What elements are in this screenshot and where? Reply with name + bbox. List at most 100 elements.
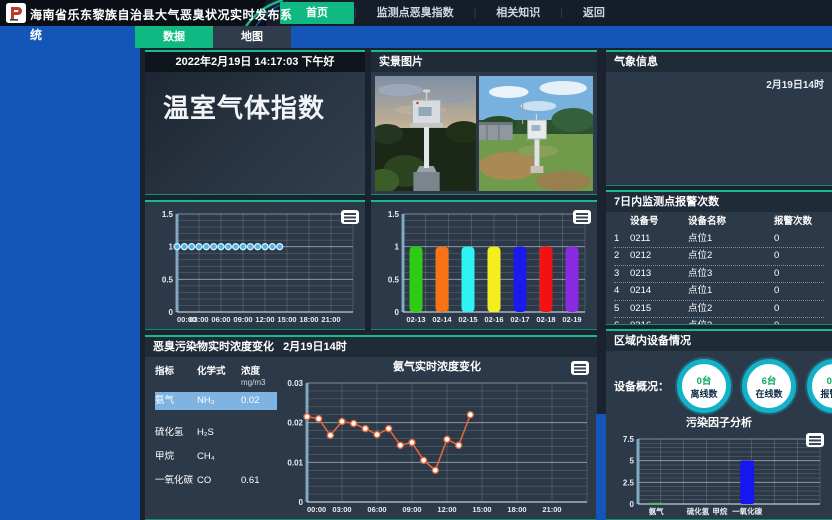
svg-text:02-19: 02-19 (562, 315, 581, 324)
svg-text:1.5: 1.5 (162, 210, 174, 219)
svg-text:一氧化碳: 一氧化碳 (732, 506, 762, 516)
odor-col-indicator: 指标 (155, 363, 197, 388)
card-greenhouse-index: 2022年2月19日 14:17:03 下午好 温室气体指数 (145, 50, 365, 195)
svg-text:硫化氢: 硫化氢 (687, 506, 710, 516)
app-logo (6, 3, 26, 23)
device-count-circle: 6台在线数 (742, 359, 796, 413)
svg-text:02-16: 02-16 (484, 315, 503, 324)
svg-text:0.5: 0.5 (162, 275, 174, 284)
card-device-status: 区域内设备情况 设备概况： 0台离线数6台在线数0台报警数 污染因子分析 02.… (606, 329, 832, 520)
svg-text:15:00: 15:00 (277, 315, 296, 324)
card-daily-index-chart: 00.511.502-1302-1402-1502-1602-1702-1802… (371, 200, 597, 330)
chart-menu-icon[interactable] (806, 433, 824, 447)
nav-item-back[interactable]: 返回 (563, 2, 625, 24)
svg-text:09:00: 09:00 (402, 505, 421, 514)
card-weather-info: 气象信息 2月19日14时 (606, 50, 832, 186)
blue-background-strip (596, 414, 606, 520)
svg-text:0.5: 0.5 (388, 275, 400, 284)
svg-text:02-17: 02-17 (510, 315, 529, 324)
nav-item-knowledge[interactable]: 相关知识 (476, 2, 560, 24)
odor-col-formula: 化学式 (197, 363, 241, 388)
svg-text:0: 0 (395, 308, 400, 317)
alarm-table-header: 设备号 设备名称 报警次数 (614, 214, 824, 231)
odor-col-value: 浓度 mg/m3 (241, 363, 277, 388)
device-status-circles: 0台离线数6台在线数0台报警数 (677, 359, 832, 413)
svg-text:甲烷: 甲烷 (712, 506, 727, 516)
alarm-table-row[interactable]: 50215点位20 (614, 301, 824, 319)
odor-time-text: 2月19日14时 (283, 341, 347, 353)
pollution-factor-chart: 02.557.5氨气硫化氢甲烷一氧化碳 (608, 431, 830, 519)
card-site-photos: 实景图片 (371, 50, 597, 195)
alarm-col-device-id: 设备号 (630, 214, 688, 231)
nh3-chart-area: 氨气实时浓度变化 00.010.020.0300:0003:0006:0009:… (277, 357, 597, 517)
odor-table-row[interactable]: 氨气NH₃0.02 (155, 392, 277, 410)
app-window: 海南省乐东黎族自治县大气恶臭状况实时发布系统 首页 | 监测点恶臭指数 | 相关… (0, 0, 832, 520)
device-overview-row: 设备概况： 0台离线数6台在线数0台报警数 (606, 351, 832, 415)
svg-text:0: 0 (169, 308, 174, 317)
alarm-table-row[interactable]: 30213点位30 (614, 266, 824, 284)
hourly-index-chart: 00.511.500:0003:0006:0009:0012:0015:0018… (147, 206, 363, 327)
svg-text:0.01: 0.01 (287, 458, 303, 467)
svg-text:15:00: 15:00 (472, 505, 491, 514)
odor-table-row[interactable]: 一氧化碳CO0.61 (155, 472, 277, 490)
pollution-chart-title: 污染因子分析 (606, 415, 832, 431)
chart-menu-icon[interactable] (571, 361, 589, 375)
svg-text:0.03: 0.03 (287, 379, 303, 388)
site-photo-day (479, 76, 593, 191)
svg-text:21:00: 21:00 (542, 505, 561, 514)
greenhouse-index-body: 温室气体指数 (145, 72, 365, 195)
card-alarm-counts: 7日内监测点报警次数 设备号 设备名称 报警次数 10211点位1020212点… (606, 190, 832, 325)
odor-unit-label: mg/m3 (241, 378, 265, 387)
svg-text:0: 0 (630, 500, 635, 509)
svg-text:0.02: 0.02 (287, 419, 303, 428)
svg-text:18:00: 18:00 (299, 315, 318, 324)
alarm-col-count: 报警次数 (774, 214, 824, 231)
main-nav: 首页 | 监测点恶臭指数 | 相关知识 | 返回 (280, 2, 625, 24)
svg-text:09:00: 09:00 (233, 315, 252, 324)
photos-card-title: 实景图片 (371, 52, 597, 72)
odor-table-body: 氨气NH₃0.02 硫化氢H₂S 甲烷CH₄ 一氧化碳CO0.61 (155, 392, 277, 490)
svg-text:1.5: 1.5 (388, 210, 400, 219)
alarm-table-row[interactable]: 20212点位20 (614, 248, 824, 266)
svg-text:03:00: 03:00 (332, 505, 351, 514)
odor-table-header: 指标 化学式 浓度 mg/m3 (155, 363, 277, 388)
weather-time: 2月19日14时 (606, 72, 832, 91)
site-photo-dusk (375, 76, 476, 191)
svg-text:02-13: 02-13 (406, 315, 425, 324)
daily-index-chart: 00.511.502-1302-1402-1502-1602-1702-1802… (373, 206, 595, 327)
photos-body (371, 72, 597, 195)
alarm-table-row[interactable]: 60216点位30 (614, 318, 824, 325)
weather-card-title: 气象信息 (606, 52, 832, 72)
nav-item-odor-index[interactable]: 监测点恶臭指数 (357, 2, 474, 24)
odor-table: 指标 化学式 浓度 mg/m3 氨气NH₃0.02 硫化氢H₂S 甲烷CH₄ 一氧化碳… (145, 357, 277, 517)
alarm-table-row[interactable]: 10211点位10 (614, 231, 824, 249)
odor-title-text: 恶臭污染物实时浓度变化 (153, 341, 274, 353)
chart-menu-icon[interactable] (341, 210, 359, 224)
greenhouse-index-title: 温室气体指数 (145, 72, 365, 125)
svg-text:18:00: 18:00 (507, 505, 526, 514)
svg-text:1: 1 (169, 243, 174, 252)
svg-text:12:00: 12:00 (255, 315, 274, 324)
datetime-text: 2022年2月19日 14:17:03 下午好 (145, 52, 365, 72)
chart-menu-icon[interactable] (573, 210, 591, 224)
nh3-chart-title: 氨气实时浓度变化 (277, 359, 597, 375)
left-blue-panel (0, 26, 140, 520)
svg-text:21:00: 21:00 (321, 315, 340, 324)
alarm-table-body: 10211点位1020212点位2030213点位3040214点位105021… (614, 231, 824, 326)
alarm-col-index (614, 214, 630, 231)
svg-text:12:00: 12:00 (437, 505, 456, 514)
alarm-table-row[interactable]: 40214点位10 (614, 283, 824, 301)
card-odor-concentration: 恶臭污染物实时浓度变化 2月19日14时 指标 化学式 浓度 mg/m3 氨气N… (145, 335, 597, 520)
alarm-col-device-name: 设备名称 (688, 214, 774, 231)
device-count-circle: 0台报警数 (807, 359, 832, 413)
odor-table-row[interactable]: 硫化氢H₂S (155, 424, 277, 442)
svg-text:02-18: 02-18 (536, 315, 555, 324)
odor-table-row[interactable]: 甲烷CH₄ (155, 448, 277, 466)
device-overview-label: 设备概况： (614, 378, 669, 394)
svg-text:06:00: 06:00 (211, 315, 230, 324)
svg-text:2.5: 2.5 (623, 478, 635, 487)
svg-text:1: 1 (395, 243, 400, 252)
svg-text:02-14: 02-14 (432, 315, 452, 324)
svg-text:7.5: 7.5 (623, 435, 635, 444)
svg-text:00:00: 00:00 (307, 505, 326, 514)
